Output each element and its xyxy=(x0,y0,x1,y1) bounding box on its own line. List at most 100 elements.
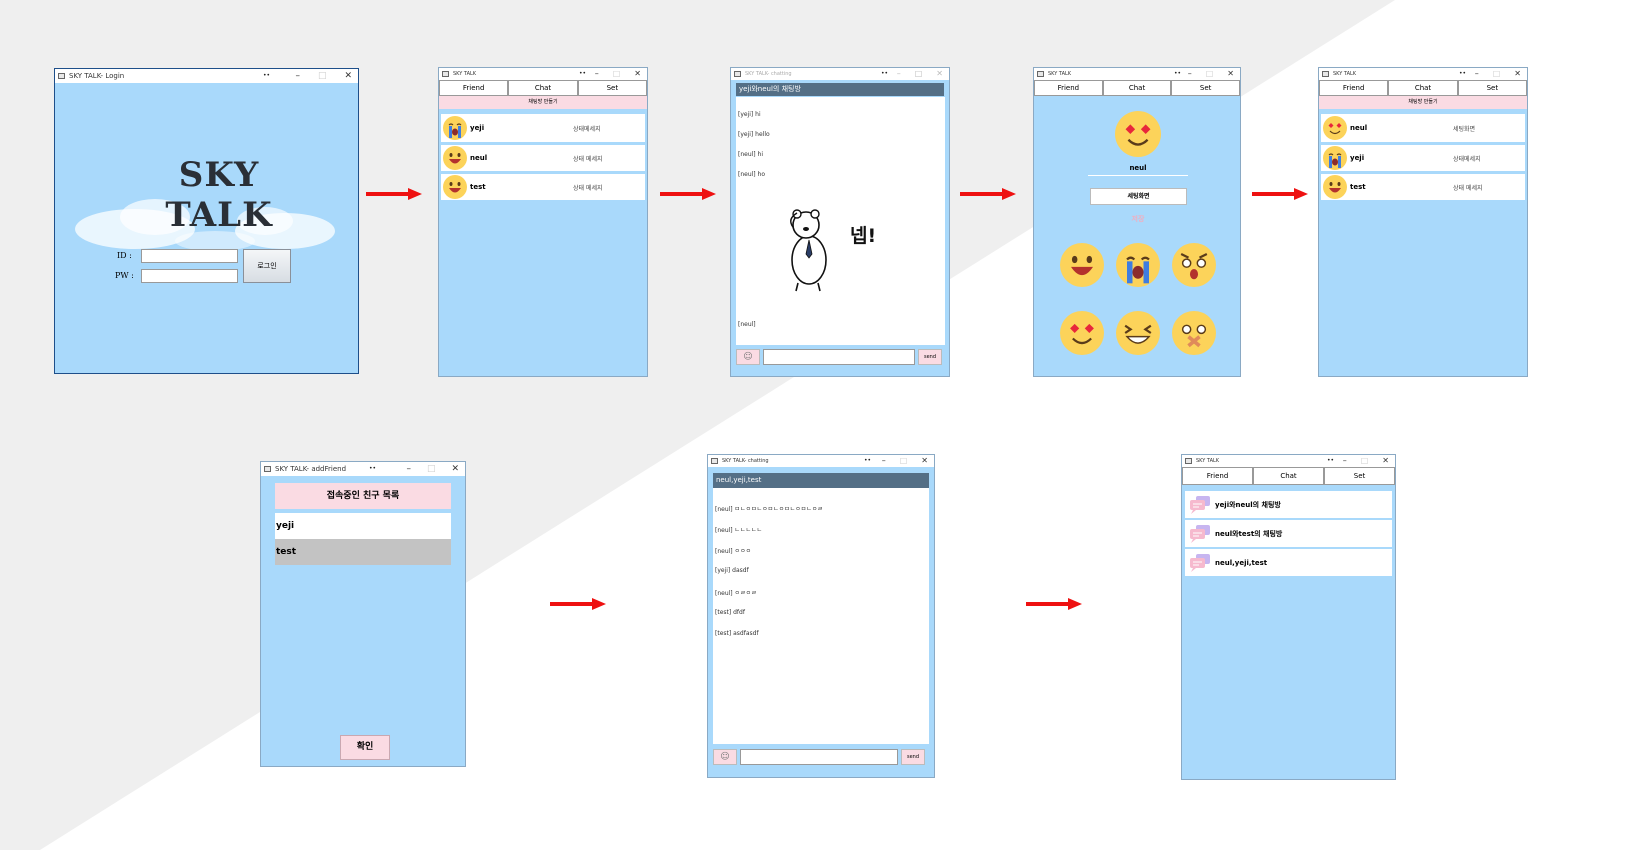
friend-row-yeji[interactable]: yeji 상태메세지 xyxy=(441,114,645,142)
tab-chat[interactable]: Chat xyxy=(1388,80,1458,96)
minimize-icon[interactable]: – xyxy=(595,68,599,80)
tab-bar: Friend Chat Set xyxy=(1034,80,1240,96)
message-area[interactable]: [neul] ㅁㄴㅇㅁㄴㅇㅁㄴㅇㅁㄴㅇㅁㄴㅇㄹ [neul] ㄴㄴㄴㄴㄴ [ne… xyxy=(713,488,929,744)
message-line: [yeji] dasdf xyxy=(715,567,749,574)
send-button[interactable]: send xyxy=(901,749,925,765)
send-button[interactable]: send xyxy=(918,349,942,365)
maximize-icon[interactable]: □ xyxy=(613,68,621,80)
friend-status: 상태 메세지 xyxy=(573,184,603,192)
maximize-icon[interactable]: □ xyxy=(1361,455,1369,467)
close-icon[interactable]: ✕ xyxy=(451,462,459,476)
tab-set[interactable]: Set xyxy=(1324,467,1395,485)
maximize-icon[interactable]: □ xyxy=(427,462,436,476)
friend-name: neul xyxy=(470,154,488,162)
tab-chat[interactable]: Chat xyxy=(1102,80,1172,96)
close-icon[interactable]: ✕ xyxy=(1382,455,1389,467)
drag-handle-icon[interactable]: •• xyxy=(1327,455,1334,467)
friend-row-test[interactable]: test 상태 메세지 xyxy=(1321,174,1525,200)
drag-handle-icon[interactable]: •• xyxy=(579,68,586,80)
chat-room-row[interactable]: neul와test의 채팅방 xyxy=(1185,520,1392,547)
chat-room-title: neul,yeji,test xyxy=(713,473,929,488)
id-label: ID : xyxy=(117,251,132,260)
close-icon[interactable]: ✕ xyxy=(1514,68,1521,80)
chat-room-row[interactable]: neul,yeji,test xyxy=(1185,549,1392,576)
drag-handle-icon[interactable]: •• xyxy=(369,462,376,476)
message-line: [yeji] hi xyxy=(738,111,761,118)
happy-emoji-icon[interactable] xyxy=(1060,243,1104,287)
tab-friend[interactable]: Friend xyxy=(1034,80,1103,96)
app-icon xyxy=(1185,458,1192,464)
tab-set[interactable]: Set xyxy=(1171,80,1240,96)
online-friend-item-selected[interactable]: test xyxy=(275,539,451,565)
minimize-icon[interactable]: – xyxy=(406,462,411,476)
pw-input[interactable] xyxy=(141,269,238,283)
message-input[interactable] xyxy=(740,749,898,765)
minimize-icon[interactable]: – xyxy=(1475,68,1479,80)
heart-eyes-emoji-icon[interactable] xyxy=(1115,111,1161,157)
drag-handle-icon[interactable]: •• xyxy=(1459,68,1466,80)
login-titlebar: SKY TALK- Login •• – □ ✕ xyxy=(55,69,358,83)
app-icon xyxy=(442,71,449,77)
friend-row-neul[interactable]: neul 상태 메세지 xyxy=(441,145,645,171)
close-icon[interactable]: ✕ xyxy=(936,68,943,80)
maximize-icon[interactable]: □ xyxy=(1206,68,1214,80)
friend-row-test[interactable]: test 상태 메세지 xyxy=(441,174,645,200)
maximize-icon[interactable]: □ xyxy=(318,69,327,83)
tab-friend[interactable]: Friend xyxy=(1319,80,1389,96)
shocked-emoji-icon[interactable] xyxy=(1172,243,1216,287)
make-room-button[interactable]: 채팅방 만들기 xyxy=(1319,96,1527,109)
close-icon[interactable]: ✕ xyxy=(1227,68,1234,80)
crying-emoji-icon[interactable] xyxy=(1116,243,1160,287)
emoji-picker-icon[interactable]: ☺ xyxy=(736,349,760,365)
online-friend-item[interactable]: yeji xyxy=(275,513,451,539)
drag-handle-icon[interactable]: •• xyxy=(881,68,888,80)
close-icon[interactable]: ✕ xyxy=(634,68,641,80)
friend-window-updated: SKY TALK •• – □ ✕ Friend Chat Set 채팅방 만들… xyxy=(1318,67,1528,377)
id-input[interactable] xyxy=(141,249,238,263)
crying-emoji-icon xyxy=(443,116,467,140)
close-icon[interactable]: ✕ xyxy=(344,69,352,83)
maximize-icon[interactable]: □ xyxy=(915,68,923,80)
maximize-icon[interactable]: □ xyxy=(1493,68,1501,80)
minimize-icon[interactable]: – xyxy=(882,455,886,467)
message-area[interactable]: [yeji] hi [yeji] hello [neul] hi [neul] … xyxy=(736,97,945,345)
save-button[interactable]: 저장 xyxy=(1118,214,1158,224)
friend-row-yeji[interactable]: yeji 상태메세지 xyxy=(1321,145,1525,171)
maximize-icon[interactable]: □ xyxy=(900,455,908,467)
tab-set[interactable]: Set xyxy=(1457,80,1527,96)
minimize-icon[interactable]: – xyxy=(1188,68,1192,80)
minimize-icon[interactable]: – xyxy=(897,68,901,80)
chat-room-row[interactable]: yeji와neul의 채팅방 xyxy=(1185,491,1392,518)
tab-chat[interactable]: Chat xyxy=(508,80,578,96)
drag-handle-icon[interactable]: •• xyxy=(263,69,270,83)
drag-handle-icon[interactable]: •• xyxy=(864,455,871,467)
login-button[interactable]: 로그인 xyxy=(243,249,291,283)
friend-row-neul[interactable]: neul 세팅화면 xyxy=(1321,114,1525,142)
confirm-button[interactable]: 확인 xyxy=(340,735,390,760)
heart-eyes-emoji-icon[interactable] xyxy=(1060,311,1104,355)
friend-name: test xyxy=(470,183,486,191)
message-line: [neul] xyxy=(738,321,756,328)
tab-friend[interactable]: Friend xyxy=(439,80,509,96)
add-friend-window: SKY TALK- addFriend •• – □ ✕ 접속중인 친구 목록 … xyxy=(260,461,466,767)
laughing-emoji-icon[interactable] xyxy=(1116,311,1160,355)
message-line: [neul] ㄴㄴㄴㄴㄴ xyxy=(715,527,763,534)
minimize-icon[interactable]: – xyxy=(295,69,300,83)
window-controls: – □ ✕ xyxy=(1188,68,1234,80)
emoji-picker-icon[interactable]: ☺ xyxy=(713,749,737,765)
message-line: [yeji] hello xyxy=(738,131,770,138)
flow-arrow xyxy=(960,188,1016,200)
minimize-icon[interactable]: – xyxy=(1343,455,1347,467)
chat-list-titlebar: SKY TALK •• – □ ✕ xyxy=(1182,455,1395,467)
close-icon[interactable]: ✕ xyxy=(921,455,928,467)
tab-friend[interactable]: Friend xyxy=(1182,467,1253,485)
friend-status: 상태 메세지 xyxy=(1453,184,1483,192)
tab-set[interactable]: Set xyxy=(577,80,647,96)
make-room-button[interactable]: 채팅방 만들기 xyxy=(439,96,647,109)
muted-emoji-icon[interactable] xyxy=(1172,311,1216,355)
status-message-input[interactable]: 세팅화면 xyxy=(1090,188,1187,205)
message-input[interactable] xyxy=(763,349,915,365)
tab-chat[interactable]: Chat xyxy=(1253,467,1324,485)
window-controls: – □ ✕ xyxy=(1475,68,1521,80)
drag-handle-icon[interactable]: •• xyxy=(1174,68,1181,80)
